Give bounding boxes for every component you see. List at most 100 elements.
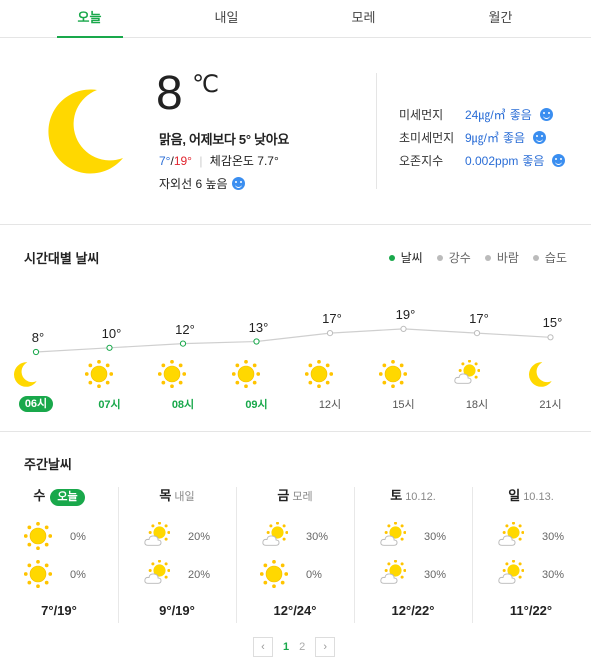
next-page-button[interactable]: ›: [315, 637, 336, 657]
sun-cloud-icon: [498, 559, 525, 584]
pm-icon-wrap: [259, 559, 289, 593]
sun-cloud-icon: [144, 521, 171, 546]
day-header: 수 오늘: [0, 487, 118, 506]
weekly-day[interactable]: 일 10.13. 30% 30% 11°/22°: [472, 487, 590, 623]
am-icon-wrap: [23, 521, 53, 555]
day-name: 수: [33, 488, 46, 503]
sun-cloud-icon: [262, 521, 289, 546]
uv-index: 자외선 6 높음: [159, 175, 245, 192]
weekly-day[interactable]: 목 내일 20% 20% 9°/19°: [118, 487, 236, 623]
day-temperature: 9°/19°: [159, 603, 195, 618]
page-number-1[interactable]: 1: [283, 641, 289, 653]
pagination: ‹ 1 2 ›: [253, 637, 336, 657]
air-row-fine-dust[interactable]: 미세먼지 24㎍/㎥ 좋음: [399, 103, 565, 126]
hour-label: 21시: [539, 399, 562, 411]
temperature-point: [547, 334, 554, 341]
hour-label: 07시: [98, 399, 121, 411]
hourly-time: 15시: [379, 396, 429, 412]
weekly-day[interactable]: 토 10.12. 30% 30% 12°/22°: [354, 487, 472, 623]
air-label: 초미세먼지: [399, 131, 455, 145]
hourly-time: 07시: [85, 396, 135, 412]
pm-icon-wrap: [378, 559, 407, 593]
hourly-time: 06시: [11, 396, 61, 412]
temperature-point: [179, 340, 187, 347]
tab-day-after[interactable]: 모레: [295, 0, 432, 37]
sun-icon: [305, 360, 333, 388]
am-precipitation: 30%: [424, 531, 447, 543]
am-icon-wrap: [260, 521, 289, 555]
weekly-day[interactable]: 금 모레 30% 0% 12°/24°: [236, 487, 354, 623]
temperature-point: [400, 325, 407, 333]
prev-page-button[interactable]: ‹: [253, 637, 273, 657]
air-row-ozone[interactable]: 오존지수 0.002ppm 좋음: [399, 149, 566, 172]
today-badge: 오늘: [50, 489, 85, 506]
moon-icon: [48, 89, 123, 174]
sun-icon: [378, 360, 407, 388]
weekly-weather: 주간날씨 수 오늘 0% 0% 7°/19° 목 내일 20% 20% 9°/19° 금 모레 30% 0…: [0, 433, 591, 669]
pm-precipitation: 30%: [424, 569, 447, 581]
smile-icon: [539, 108, 553, 121]
air-status: 좋음: [509, 108, 532, 122]
moon-icon: [14, 362, 37, 387]
day-sub: 모레: [292, 491, 313, 503]
sun-cloud-icon: [144, 559, 171, 584]
am-precipitation: 20%: [188, 531, 211, 543]
sun-cloud-icon: [380, 521, 407, 546]
hourly-temp-label: 19°: [395, 306, 416, 322]
sun-cloud-icon: [380, 559, 407, 584]
weekly-day[interactable]: 수 오늘 0% 0% 7°/19°: [0, 487, 118, 623]
hour-label: 06시: [18, 396, 54, 412]
pm-icon-wrap: [142, 559, 171, 593]
pm-icon-wrap: [496, 559, 525, 593]
temperature-unit: ℃: [192, 71, 219, 98]
current-temperature: 8: [156, 67, 183, 120]
sun-cloud-icon: [454, 360, 480, 384]
hourly-temp-label: 13°: [248, 319, 269, 335]
temperature-point: [473, 330, 481, 337]
page-number-2[interactable]: 2: [299, 641, 305, 653]
hourly-temp-label: 15°: [542, 315, 563, 331]
smile-icon: [231, 177, 245, 190]
air-label: 오존지수: [399, 154, 444, 168]
am-icon-wrap: [378, 521, 407, 555]
day-temperature: 12°/24°: [273, 603, 317, 618]
pm-precipitation: 0%: [70, 569, 86, 581]
hourly-time: 09시: [232, 396, 282, 412]
day-name: 토: [390, 488, 403, 503]
tab-tomorrow[interactable]: 내일: [158, 0, 295, 37]
air-label: 미세먼지: [399, 108, 444, 122]
hourly-temp-label: 8°: [31, 330, 45, 345]
am-precipitation: 30%: [542, 531, 565, 543]
day-tabs: 오늘 내일 모레 월간: [0, 0, 591, 38]
hourly-time: 12시: [305, 396, 355, 412]
weekly-days: 수 오늘 0% 0% 7°/19° 목 내일 20% 20% 9°/19° 금 모레 30% 0% 12°/…: [0, 487, 591, 627]
hour-label: 18시: [465, 399, 489, 411]
hourly-temp-label: 10°: [101, 325, 122, 341]
smile-icon: [552, 154, 566, 167]
air-row-ultrafine-dust[interactable]: 초미세먼지 9㎍/㎥ 좋음: [399, 126, 565, 149]
day-temperature: 11°/22°: [509, 603, 553, 618]
pm-precipitation: 0%: [306, 569, 322, 581]
min-temperature: 7°: [159, 154, 171, 168]
am-precipitation: 0%: [70, 531, 86, 543]
smile-icon: [533, 131, 547, 144]
sun-icon: [259, 559, 289, 589]
air-value: 9㎍/㎥: [465, 131, 500, 145]
tab-today[interactable]: 오늘: [21, 0, 158, 37]
tab-monthly[interactable]: 월간: [432, 0, 569, 37]
pm-precipitation: 30%: [542, 569, 565, 581]
hourly-time: 21시: [526, 396, 576, 412]
day-name: 일: [508, 488, 521, 503]
air-value: 0.002ppm: [465, 153, 519, 168]
sun-icon: [158, 360, 186, 388]
sun-icon: [23, 521, 53, 551]
weather-condition: 맑음, 어제보다 5° 낮아요: [159, 132, 290, 147]
max-temperature: 19°: [173, 154, 192, 168]
am-icon-wrap: [496, 521, 525, 555]
day-temperature: 12°/22°: [391, 603, 435, 618]
sun-icon: [23, 559, 53, 589]
pm-precipitation: 20%: [188, 569, 211, 581]
hour-label: 15시: [392, 399, 415, 411]
hourly-temp-label: 17°: [469, 311, 489, 327]
hourly-time: 18시: [452, 396, 502, 412]
